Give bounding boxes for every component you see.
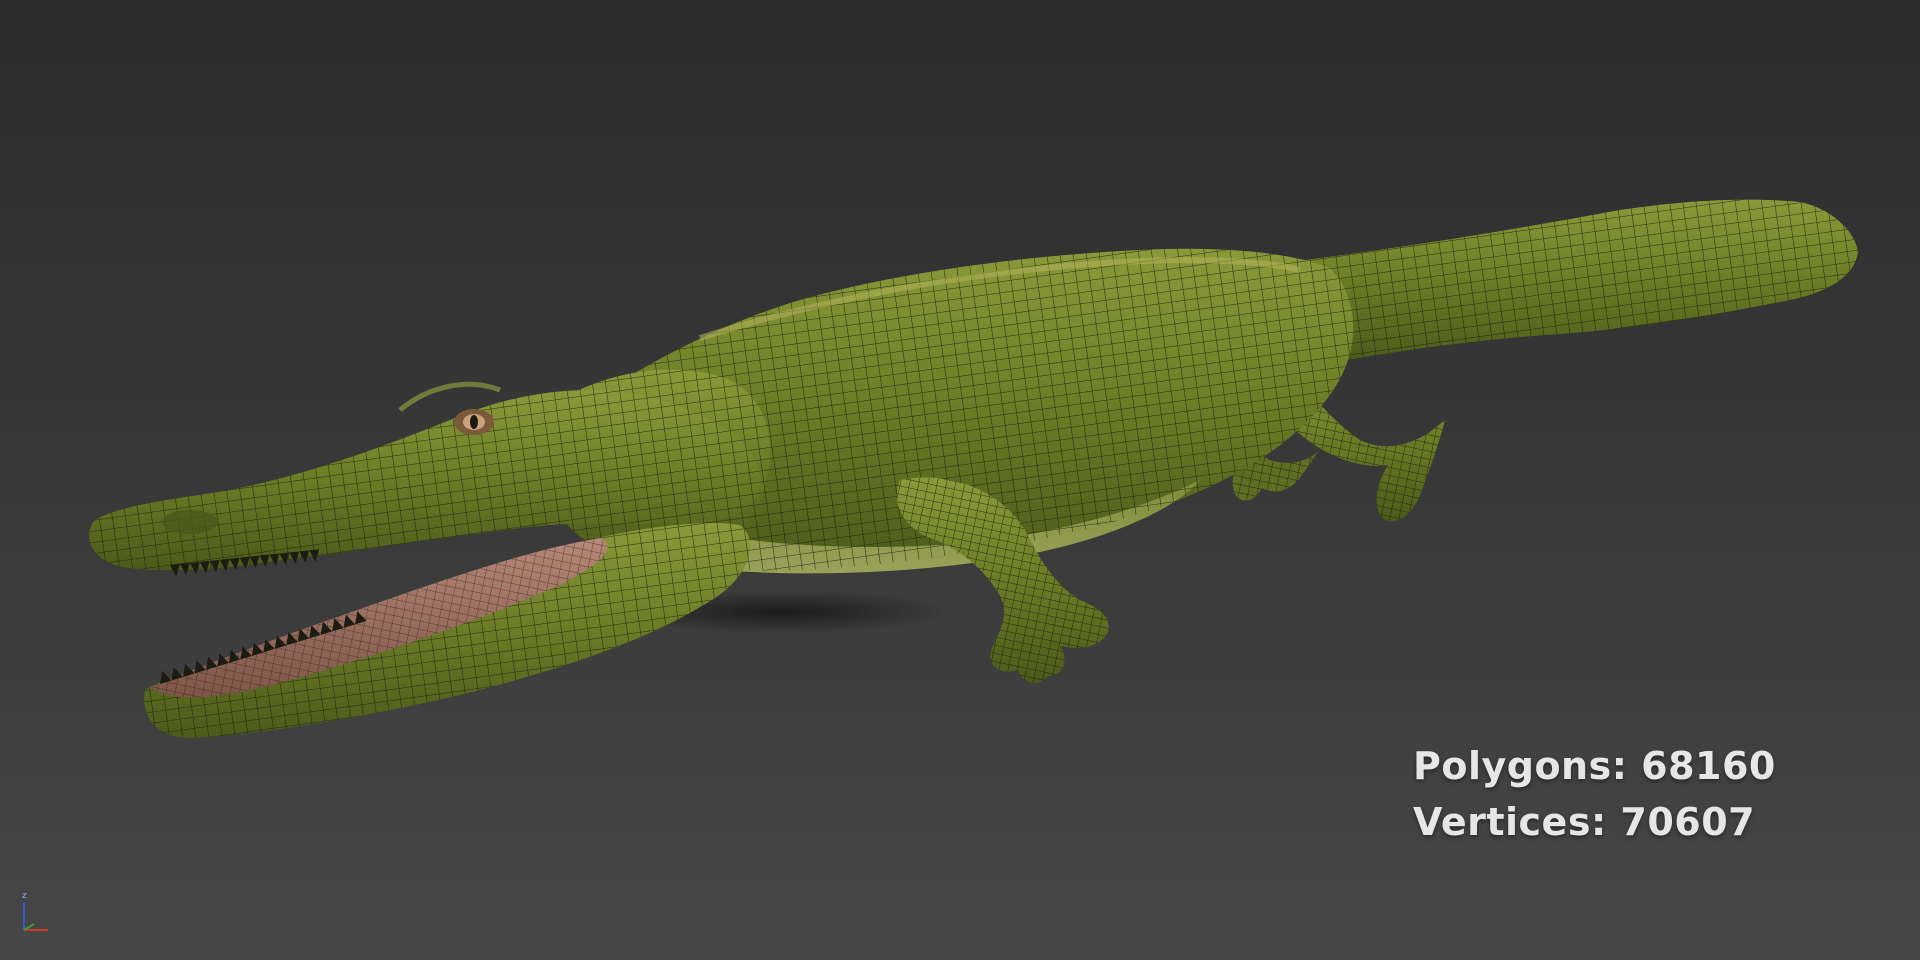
- z-axis-label: z: [22, 891, 27, 901]
- polygon-count: Polygons: 68160: [1413, 744, 1776, 788]
- axis-gizmo-icon: z: [22, 891, 48, 931]
- vertex-count: Vertices: 70607: [1413, 800, 1756, 844]
- 3d-viewport[interactable]: Polygons: 68160 Vertices: 70607 z: [0, 0, 1920, 960]
- tail: [1290, 199, 1858, 365]
- eye: [454, 409, 494, 435]
- mesh-stats: Polygons: 68160 Vertices: 70607: [1413, 738, 1776, 850]
